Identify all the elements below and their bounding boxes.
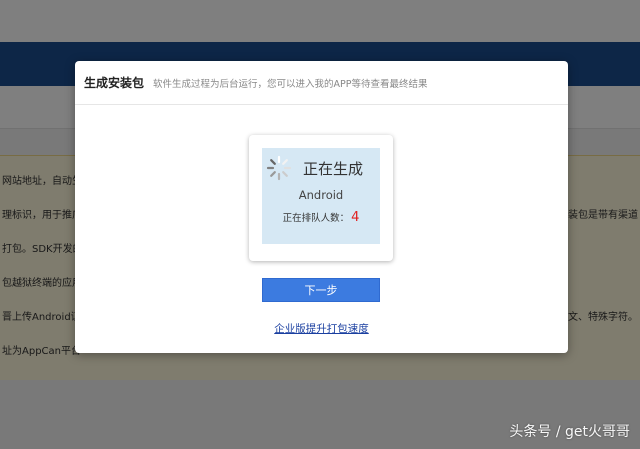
- build-status-card: 正在生成 Android 正在排队人数： 4: [249, 135, 393, 261]
- next-step-button[interactable]: 下一步: [262, 278, 380, 302]
- watermark-text: 头条号 / get火哥哥: [509, 424, 630, 440]
- build-status-text: 正在生成: [303, 160, 364, 178]
- dialog-subtitle: 软件生成过程为后台运行，您可以进入我的APP等待查看最终结果: [153, 78, 428, 90]
- queue-info: 正在排队人数： 4: [262, 210, 380, 225]
- platform-label: Android: [298, 188, 344, 202]
- dialog-header: 生成安装包 软件生成过程为后台运行，您可以进入我的APP等待查看最终结果: [75, 61, 568, 105]
- build-status-panel: 正在生成 Android 正在排队人数： 4: [262, 148, 380, 244]
- enterprise-speedup-link[interactable]: 企业版提升打包速度: [75, 321, 568, 336]
- dialog-title: 生成安装包: [84, 76, 145, 90]
- queue-label: 正在排队人数：: [282, 213, 350, 224]
- queue-count: 4: [351, 210, 360, 225]
- build-package-dialog: 生成安装包 软件生成过程为后台运行，您可以进入我的APP等待查看最终结果 正在生…: [75, 61, 568, 353]
- loading-spinner-icon: [266, 155, 292, 181]
